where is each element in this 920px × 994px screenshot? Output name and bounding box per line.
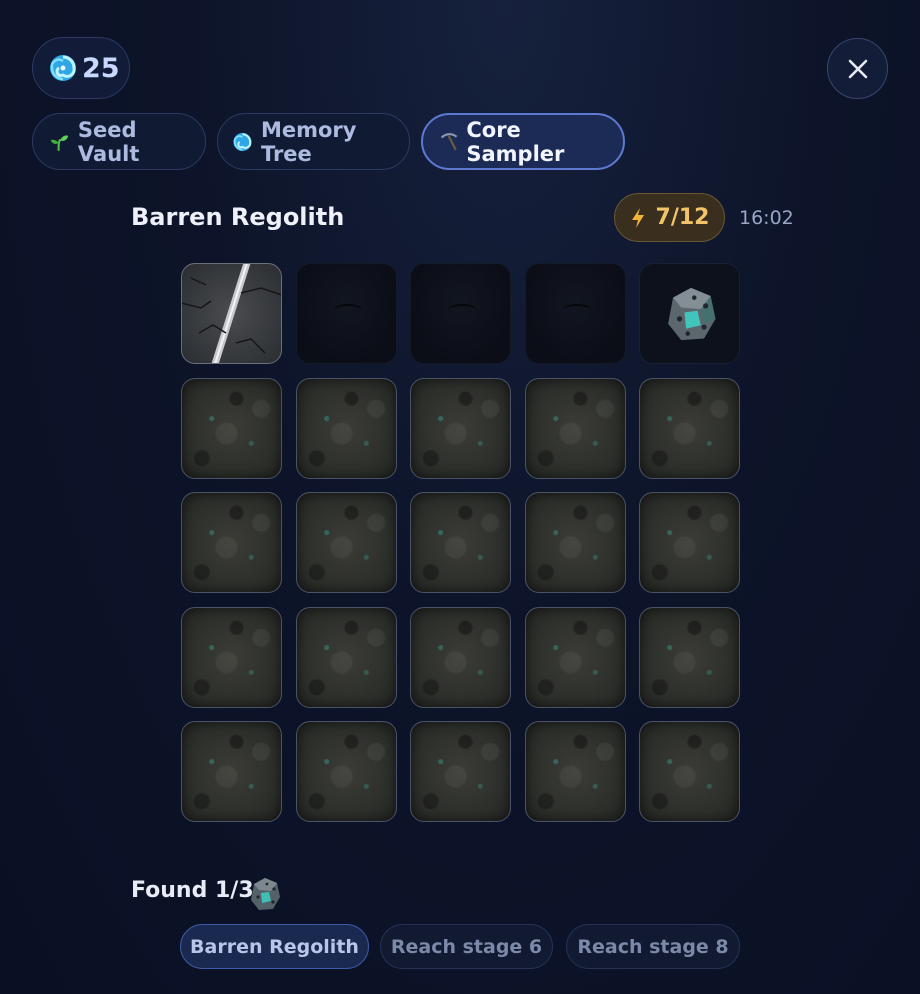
currency-pill: 25 (32, 37, 130, 99)
dig-tile[interactable] (524, 721, 626, 822)
pickaxe-icon (440, 132, 458, 150)
dig-tile[interactable] (181, 721, 282, 822)
dig-tile[interactable] (524, 606, 626, 708)
currency-value: 25 (82, 52, 120, 84)
dig-tile[interactable] (524, 492, 626, 593)
swirl-icon (233, 132, 252, 151)
dig-tile[interactable] (410, 377, 511, 479)
swirl-icon (50, 55, 76, 81)
energy-value: 7/12 (655, 205, 710, 230)
dig-tile[interactable] (295, 606, 397, 708)
dig-tile[interactable] (295, 721, 397, 822)
close-icon (848, 59, 867, 78)
energy-badge: 7/12 (614, 193, 725, 242)
stage-chip-reach-6[interactable]: Reach stage 6 (380, 924, 553, 969)
hole-mark (448, 304, 476, 316)
sprout-icon (50, 134, 69, 151)
hole-mark (333, 304, 362, 316)
stage-chip-reach-8[interactable]: Reach stage 8 (566, 924, 740, 969)
dig-tile[interactable] (639, 377, 740, 479)
tab-seed-vault[interactable]: Seed Vault (32, 113, 206, 170)
dig-tile[interactable] (639, 492, 740, 593)
dig-tile[interactable] (295, 492, 397, 593)
dig-tile[interactable] (639, 606, 740, 708)
tab-core-sampler[interactable]: Core Sampler (421, 113, 625, 170)
found-counter: Found 1/3 (131, 878, 254, 903)
ore-icon (247, 875, 283, 917)
dig-tile[interactable] (639, 263, 740, 364)
dig-tile (410, 263, 511, 364)
tab-label: Core Sampler (466, 117, 565, 166)
dig-tile[interactable] (181, 377, 282, 479)
dig-grid (181, 263, 740, 822)
stage-chip-barren-regolith[interactable]: Barren Regolith (180, 924, 369, 969)
crack-icon (182, 264, 281, 363)
lightning-icon (631, 207, 644, 228)
tab-label: Memory Tree (260, 117, 357, 166)
dig-tile[interactable] (410, 606, 511, 708)
dig-tile[interactable] (410, 492, 511, 593)
energy-timer: 16:02 (739, 207, 794, 229)
dig-tile (524, 263, 626, 364)
ore-icon (668, 287, 716, 341)
board-title: Barren Regolith (131, 203, 345, 231)
dig-tile[interactable] (524, 377, 626, 479)
dig-tile[interactable] (181, 606, 282, 708)
tab-label: Seed Vault (77, 117, 140, 166)
dig-tile[interactable] (639, 721, 740, 822)
dig-tile[interactable] (295, 377, 397, 479)
tab-memory-tree[interactable]: Memory Tree (217, 113, 410, 170)
dig-tile[interactable] (410, 721, 511, 822)
dig-tile[interactable] (181, 492, 282, 593)
dig-tile[interactable] (181, 263, 282, 364)
dig-tile (295, 263, 397, 364)
close-button[interactable] (827, 38, 888, 99)
hole-mark (562, 304, 591, 316)
